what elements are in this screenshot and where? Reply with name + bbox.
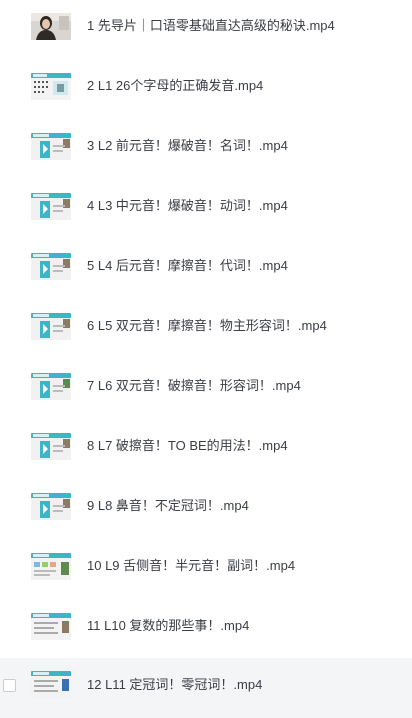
file-name[interactable]: 2 L1 26个字母的正确发音.mp4 [87,77,263,95]
lesson-slide-thumbnail[interactable] [31,433,71,460]
file-row[interactable]: 7 L6 双元音！破擦音！形容词！.mp4 [0,360,412,420]
lesson-slide-thumbnail[interactable] [31,671,71,698]
lesson-slide-thumbnail[interactable] [31,133,71,160]
file-row[interactable]: 9 L8 鼻音！不定冠词！.mp4 [0,480,412,540]
file-name[interactable]: 4 L3 中元音！爆破音！动词！.mp4 [87,197,288,215]
file-name[interactable]: 11 L10 复数的那些事！.mp4 [87,617,249,635]
lesson-slide-thumbnail[interactable] [31,313,71,340]
file-name[interactable]: 10 L9 舌侧音！半元音！副词！.mp4 [87,557,295,575]
file-name[interactable]: 9 L8 鼻音！不定冠词！.mp4 [87,497,249,515]
file-name[interactable]: 5 L4 后元音！摩擦音！代词！.mp4 [87,257,288,275]
file-row[interactable]: 3 L2 前元音！爆破音！名词！.mp4 [0,120,412,180]
file-name[interactable]: 7 L6 双元音！破擦音！形容词！.mp4 [87,377,301,395]
lesson-slide-thumbnail[interactable] [31,253,71,280]
file-row[interactable]: 6 L5 双元音！摩擦音！物主形容词！.mp4 [0,300,412,360]
lesson-slide-thumbnail[interactable] [31,613,71,640]
select-checkbox[interactable] [3,679,16,692]
file-row[interactable]: 1 先导片｜口语零基础直达高级的秘诀.mp4 [0,0,412,60]
lesson-slide-thumbnail[interactable] [31,373,71,400]
file-row[interactable]: 2 L1 26个字母的正确发音.mp4 [0,60,412,120]
file-name[interactable]: 8 L7 破擦音！TO BE的用法！.mp4 [87,437,288,455]
file-name[interactable]: 1 先导片｜口语零基础直达高级的秘诀.mp4 [87,17,335,35]
file-name[interactable]: 12 L11 定冠词！零冠词！.mp4 [87,676,262,694]
file-name[interactable]: 6 L5 双元音！摩擦音！物主形容词！.mp4 [87,317,327,335]
lesson-slide-thumbnail[interactable] [31,73,71,100]
file-list: 1 先导片｜口语零基础直达高级的秘诀.mp4 2 L1 26个字母的正确发音.m… [0,0,412,718]
file-row[interactable]: 10 L9 舌侧音！半元音！副词！.mp4 [0,540,412,600]
file-row[interactable]: 4 L3 中元音！爆破音！动词！.mp4 [0,180,412,240]
lesson-slide-thumbnail[interactable] [31,493,71,520]
file-row[interactable]: 8 L7 破擦音！TO BE的用法！.mp4 [0,420,412,480]
file-row[interactable]: 5 L4 后元音！摩擦音！代词！.mp4 [0,240,412,300]
file-name[interactable]: 3 L2 前元音！爆破音！名词！.mp4 [87,137,288,155]
presenter-video-thumbnail[interactable] [31,13,71,40]
lesson-slide-thumbnail[interactable] [31,553,71,580]
lesson-slide-thumbnail[interactable] [31,193,71,220]
file-row[interactable]: 11 L10 复数的那些事！.mp4 [0,600,412,660]
file-row-hovered[interactable]: 12 L11 定冠词！零冠词！.mp4 [0,658,412,718]
